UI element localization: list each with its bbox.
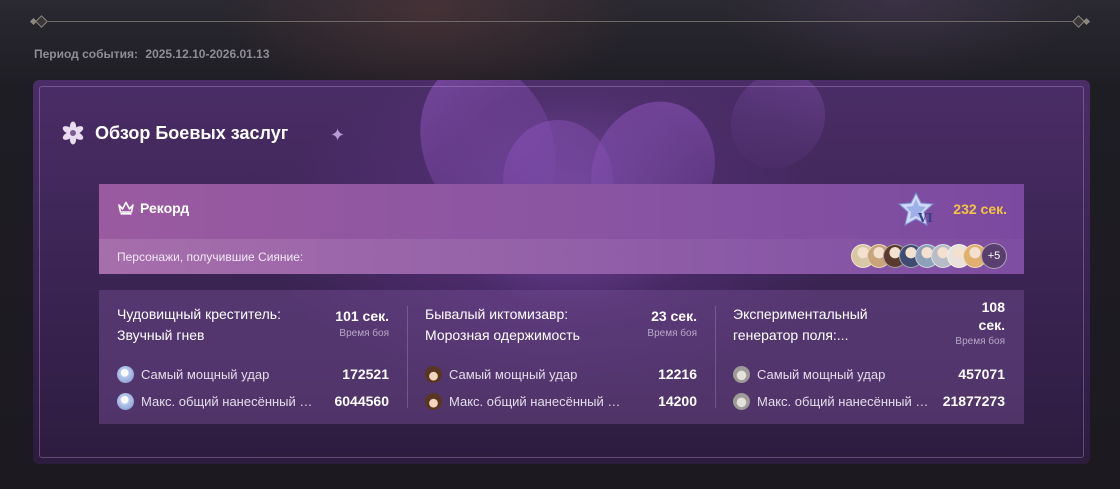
boss-card[interactable]: Бывалый иктомизавр: Морозная одержимость…: [407, 290, 715, 424]
boss-card[interactable]: Чудовищный креститель: Звучный гнев 101 …: [99, 290, 407, 424]
flower-emblem-icon: [62, 121, 84, 145]
max-damage-row: Макс. общий нанесённый урон 14200: [425, 391, 697, 411]
character-icon-white-hair: [733, 392, 750, 410]
battle-time-label: Время боя: [955, 336, 1005, 347]
boss-name: Чудовищный креститель: Звучный гнев: [117, 306, 281, 343]
event-period-value: 2025.12.10-2026.01.13: [145, 47, 270, 61]
battle-time-label: Время боя: [647, 328, 697, 339]
more-characters-badge[interactable]: +5: [981, 243, 1007, 269]
stat-label: Самый мощный удар: [141, 366, 270, 382]
character-icon-white-hair: [733, 365, 750, 383]
boss-list: Чудовищный креститель: Звучный гнев 101 …: [99, 290, 1024, 424]
panel-title: Обзор Боевых заслуг: [61, 121, 288, 145]
stat-value: 12216: [658, 366, 697, 382]
svg-text:VI: VI: [917, 211, 933, 225]
record-time: 232 сек.: [953, 201, 1007, 217]
top-divider: [29, 15, 1091, 28]
strongest-hit-row: Самый мощный удар 457071: [733, 364, 1005, 384]
boss-card[interactable]: Экспериментальный генератор поля:... 108…: [715, 290, 1023, 424]
stat-value: 21877273: [942, 393, 1005, 409]
character-icon-brown-hair: [425, 392, 442, 410]
radiance-row: Персонажи, получившие Сияние: +5: [99, 239, 1024, 274]
event-period: Период события: 2025.12.10-2026.01.13: [34, 47, 270, 61]
battle-time: 23 сек.: [651, 308, 697, 324]
max-damage-row: Макс. общий нанесённый урон 21877273: [733, 391, 1005, 411]
event-period-label: Период события:: [34, 47, 139, 61]
battle-time-label: Время боя: [339, 328, 389, 339]
battle-time: 108 сек.: [978, 299, 1005, 333]
stat-value: 172521: [342, 366, 389, 382]
record-label: Рекорд: [118, 200, 189, 216]
boss-name: Бывалый иктомизавр: Морозная одержимость: [425, 306, 580, 343]
character-icon-brown-hair: [425, 365, 442, 383]
stat-label: Макс. общий нанесённый урон: [757, 393, 932, 409]
stat-label: Макс. общий нанесённый урон: [449, 393, 624, 409]
stat-label: Самый мощный удар: [449, 366, 578, 382]
character-icon-crystal: [117, 365, 134, 383]
battle-time: 101 сек.: [335, 308, 389, 324]
radiance-label: Персонажи, получившие Сияние:: [117, 250, 304, 264]
strongest-hit-row: Самый мощный удар 172521: [117, 364, 389, 384]
battle-merits-panel: ✦ Обзор Боевых заслуг Рекорд VI 232 сек.…: [33, 80, 1090, 464]
stat-label: Макс. общий нанесённый урон: [141, 393, 316, 409]
character-icon-crystal: [117, 392, 134, 410]
strongest-hit-row: Самый мощный удар 12216: [425, 364, 697, 384]
record-card: Рекорд VI 232 сек. Персонажи, получившие…: [99, 184, 1024, 274]
stat-value: 14200: [658, 393, 697, 409]
stat-label: Самый мощный удар: [757, 366, 886, 382]
panel-title-text: Обзор Боевых заслуг: [95, 122, 289, 143]
sparkle-icon: ✦: [330, 125, 346, 145]
difficulty-vi-badge-icon: VI: [897, 192, 935, 226]
stat-value: 6044560: [334, 393, 389, 409]
record-label-text: Рекорд: [140, 200, 190, 216]
stat-value: 457071: [958, 366, 1005, 382]
max-damage-row: Макс. общий нанесённый урон 6044560: [117, 391, 389, 411]
boss-name: Экспериментальный генератор поля:...: [733, 306, 868, 343]
radiance-avatars: +5: [851, 243, 1007, 269]
crown-icon: [118, 201, 134, 215]
